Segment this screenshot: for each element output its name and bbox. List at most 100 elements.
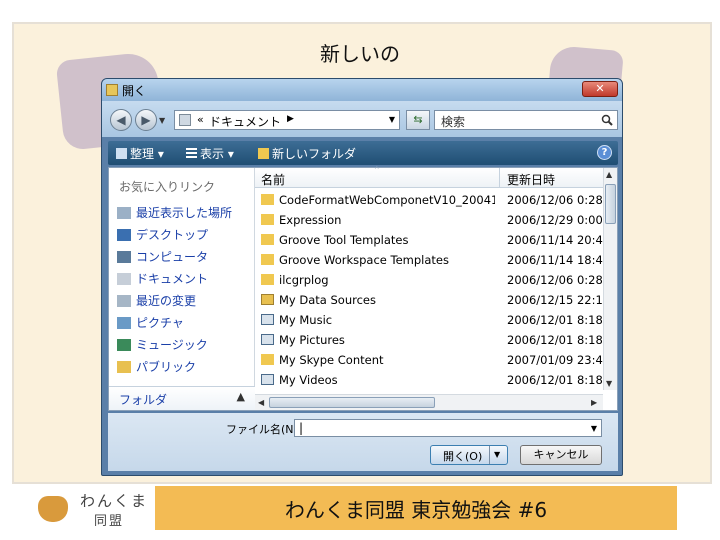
file-name: Expression: [279, 213, 342, 227]
file-name: ilcgrplog: [279, 273, 329, 287]
file-date: 2006/12/01 8:18: [507, 333, 603, 347]
nav-item-label: ドキュメント: [136, 272, 209, 286]
sort-indicator-icon: ⌃: [373, 166, 381, 176]
filename-dropdown-icon[interactable]: ▼: [591, 424, 597, 433]
documents-folder-icon: [179, 114, 191, 126]
views-label: 表示: [200, 147, 225, 161]
search-icon[interactable]: [601, 114, 613, 126]
search-box[interactable]: 検索: [434, 110, 618, 130]
horizontal-scrollbar[interactable]: ◀ ▶: [255, 394, 603, 410]
nav-item-public[interactable]: パブリック: [117, 358, 196, 378]
filename-input[interactable]: | ▼: [294, 419, 602, 437]
file-name: Groove Tool Templates: [279, 233, 409, 247]
list-header: 名前 ⌃ 更新日時: [255, 166, 607, 188]
file-date: 2006/12/29 0:00: [507, 213, 603, 227]
public-icon: [117, 361, 131, 373]
file-row[interactable]: My Pictures 2006/12/01 8:18: [255, 330, 607, 350]
scroll-up-icon[interactable]: ▲: [606, 170, 612, 179]
folder-icon: [261, 274, 274, 285]
scroll-left-icon[interactable]: ◀: [258, 398, 264, 407]
new-folder-button[interactable]: 新しいフォルダ: [258, 145, 356, 162]
close-button[interactable]: ✕: [582, 81, 618, 97]
bear-face-icon: [38, 496, 68, 522]
vertical-scroll-thumb[interactable]: [605, 184, 616, 224]
forward-button[interactable]: ▶: [135, 109, 157, 131]
nav-item-label: 最近の変更: [136, 294, 197, 308]
file-date: 2007/01/09 23:47: [507, 353, 611, 367]
nav-item-label: コンピュータ: [136, 250, 209, 264]
scroll-right-icon[interactable]: ▶: [591, 398, 597, 407]
file-row[interactable]: Groove Workspace Templates 2006/11/14 18:…: [255, 250, 610, 270]
dialog-footer: ファイル名(N): | ▼ 開く(O) ▼ キャンセル: [108, 413, 618, 471]
command-toolbar: 整理 ▾ 表示 ▾ 新しいフォルダ ?: [108, 141, 618, 165]
data-sources-folder-icon: [261, 294, 274, 305]
address-path[interactable]: ドキュメント: [209, 113, 281, 130]
open-split-divider: [489, 446, 490, 464]
file-row[interactable]: My Skype Content 2007/01/09 23:47: [255, 350, 611, 370]
file-row[interactable]: My Data Sources 2006/12/15 22:16: [255, 290, 610, 310]
address-overflow[interactable]: «: [197, 113, 204, 126]
nav-item-documents[interactable]: ドキュメント: [117, 270, 208, 290]
nav-item-recent-changes[interactable]: 最近の変更: [117, 292, 196, 312]
file-row[interactable]: CodeFormatWebComponetV10_20041... 2006/12…: [255, 190, 607, 210]
scroll-down-icon[interactable]: ▼: [606, 379, 612, 388]
documents-icon: [117, 273, 131, 285]
file-row[interactable]: Expression 2006/12/29 0:00: [255, 210, 607, 230]
views-icon: [186, 148, 197, 159]
search-input[interactable]: 検索: [441, 113, 465, 130]
nav-item-recent-places[interactable]: 最近表示した場所: [117, 204, 232, 224]
organize-icon: [116, 148, 127, 159]
nav-item-computer[interactable]: コンピュータ: [117, 248, 208, 268]
file-date: 2006/12/01 8:18: [507, 373, 603, 387]
file-list: 名前 ⌃ 更新日時 CodeFormatWebComponetV10_20041…: [255, 166, 617, 410]
folders-toggle[interactable]: フォルダ ▲: [109, 386, 255, 410]
shortcut-folder-icon: [261, 334, 274, 345]
column-header-name[interactable]: 名前: [261, 171, 285, 188]
shortcut-folder-icon: [261, 374, 274, 385]
organize-label: 整理: [130, 147, 155, 161]
column-divider[interactable]: [499, 168, 500, 188]
column-header-date[interactable]: 更新日時: [507, 171, 555, 188]
nav-item-pictures[interactable]: ピクチャ: [117, 314, 184, 334]
nav-item-label: パブリック: [136, 360, 197, 374]
shortcut-folder-icon: [261, 314, 274, 325]
file-name: My Videos: [279, 373, 338, 387]
file-row[interactable]: My Videos 2006/12/01 8:18: [255, 370, 607, 390]
file-name: My Pictures: [279, 333, 345, 347]
logo-text-line2: 同盟: [94, 514, 125, 529]
open-dropdown-icon[interactable]: ▼: [494, 450, 500, 459]
vertical-scrollbar[interactable]: ▲ ▼: [603, 168, 617, 390]
folder-icon: [261, 354, 274, 365]
folder-icon: [261, 254, 274, 265]
new-folder-icon: [258, 148, 269, 159]
dialog-titlebar[interactable]: 開く ✕: [102, 79, 622, 101]
folder-icon: [106, 84, 118, 96]
file-name: My Skype Content: [279, 353, 384, 367]
nav-item-music[interactable]: ミュージック: [117, 336, 208, 356]
file-name: Groove Workspace Templates: [279, 253, 449, 267]
nav-item-desktop[interactable]: デスクトップ: [117, 226, 208, 246]
footer-bar: わんくま同盟 東京勉強会 #6: [155, 486, 677, 530]
address-dropdown-icon[interactable]: ▼: [389, 115, 395, 124]
refresh-button[interactable]: ⇆: [406, 110, 430, 130]
navigation-pane: お気に入りリンク 最近表示した場所 デスクトップ コンピュータ ドキュメント 最…: [109, 168, 255, 410]
breadcrumb-arrow-icon[interactable]: ▶: [287, 114, 294, 124]
forward-arrow-icon: ▶: [141, 113, 151, 127]
nav-item-label: デスクトップ: [136, 228, 209, 242]
help-icon[interactable]: ?: [597, 145, 612, 160]
address-bar[interactable]: « ドキュメント ▶ ▼: [174, 110, 400, 130]
recent-changes-icon: [117, 295, 131, 307]
file-row[interactable]: ilcgrplog 2006/12/06 0:28: [255, 270, 607, 290]
open-button[interactable]: 開く(O) ▼: [430, 445, 508, 465]
recent-pages-dropdown[interactable]: ▼: [159, 116, 165, 125]
file-row[interactable]: Groove Tool Templates 2006/11/14 20:47: [255, 230, 611, 250]
views-menu[interactable]: 表示 ▾: [186, 145, 234, 162]
chevron-up-icon: ▲: [236, 390, 245, 403]
back-button[interactable]: ◀: [110, 109, 132, 131]
nav-item-label: ミュージック: [136, 338, 208, 352]
file-row[interactable]: My Music 2006/12/01 8:18: [255, 310, 607, 330]
organize-menu[interactable]: 整理 ▾: [116, 145, 164, 162]
cancel-button[interactable]: キャンセル: [520, 445, 602, 465]
file-date: 2006/11/14 20:47: [507, 233, 611, 247]
horizontal-scroll-thumb[interactable]: [269, 397, 435, 408]
